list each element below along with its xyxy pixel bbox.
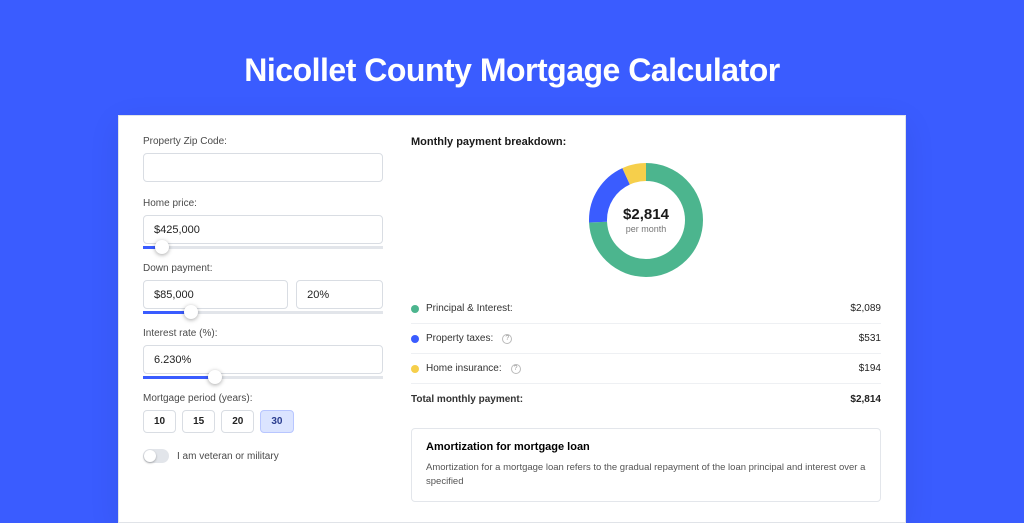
info-icon[interactable]: ? bbox=[511, 364, 521, 374]
home-price-slider-thumb[interactable] bbox=[155, 240, 169, 254]
legend-value-principal: $2,089 bbox=[850, 303, 881, 314]
zip-input[interactable] bbox=[143, 153, 383, 182]
form-panel: Property Zip Code: Home price: Down paym… bbox=[143, 136, 383, 502]
home-price-input[interactable] bbox=[143, 215, 383, 244]
legend-label-insurance: Home insurance: bbox=[426, 363, 502, 374]
donut-chart: $2,814 per month bbox=[586, 160, 706, 280]
period-options: 10 15 20 30 bbox=[143, 410, 383, 433]
interest-rate-slider-thumb[interactable] bbox=[208, 370, 222, 384]
breakdown-title: Monthly payment breakdown: bbox=[411, 136, 881, 148]
amortization-text: Amortization for a mortgage loan refers … bbox=[426, 461, 866, 489]
dot-insurance bbox=[411, 365, 419, 373]
home-price-slider[interactable] bbox=[143, 246, 383, 249]
down-payment-block: Down payment: bbox=[143, 263, 383, 314]
veteran-toggle-knob bbox=[144, 450, 156, 462]
veteran-row: I am veteran or military bbox=[143, 449, 383, 463]
period-option-20[interactable]: 20 bbox=[221, 410, 254, 433]
period-block: Mortgage period (years): 10 15 20 30 bbox=[143, 393, 383, 433]
calculator-card: Property Zip Code: Home price: Down paym… bbox=[118, 115, 906, 523]
interest-rate-block: Interest rate (%): bbox=[143, 328, 383, 379]
period-option-15[interactable]: 15 bbox=[182, 410, 215, 433]
down-payment-amount-input[interactable] bbox=[143, 280, 288, 309]
home-price-block: Home price: bbox=[143, 198, 383, 249]
period-option-10[interactable]: 10 bbox=[143, 410, 176, 433]
legend-value-total: $2,814 bbox=[850, 394, 881, 405]
interest-rate-slider-fill bbox=[143, 376, 215, 379]
legend-value-insurance: $194 bbox=[859, 363, 881, 374]
donut-amount: $2,814 bbox=[623, 206, 669, 223]
donut-sub: per month bbox=[626, 224, 667, 234]
down-payment-slider-thumb[interactable] bbox=[184, 305, 198, 319]
legend-row-insurance: Home insurance: ? $194 bbox=[411, 354, 881, 384]
period-option-30[interactable]: 30 bbox=[260, 410, 293, 433]
info-icon[interactable]: ? bbox=[502, 334, 512, 344]
amortization-box: Amortization for mortgage loan Amortizat… bbox=[411, 428, 881, 502]
dot-taxes bbox=[411, 335, 419, 343]
interest-rate-label: Interest rate (%): bbox=[143, 328, 383, 339]
down-payment-label: Down payment: bbox=[143, 263, 383, 274]
legend-label-principal: Principal & Interest: bbox=[426, 303, 513, 314]
legend-label-taxes: Property taxes: bbox=[426, 333, 493, 344]
down-payment-slider[interactable] bbox=[143, 311, 383, 314]
legend-row-principal: Principal & Interest: $2,089 bbox=[411, 294, 881, 324]
donut-center: $2,814 per month bbox=[586, 160, 706, 280]
down-payment-pct-input[interactable] bbox=[296, 280, 383, 309]
page-title: Nicollet County Mortgage Calculator bbox=[0, 0, 1024, 115]
legend-row-taxes: Property taxes: ? $531 bbox=[411, 324, 881, 354]
interest-rate-input[interactable] bbox=[143, 345, 383, 374]
legend-row-total: Total monthly payment: $2,814 bbox=[411, 384, 881, 414]
legend-value-taxes: $531 bbox=[859, 333, 881, 344]
legend-label-total: Total monthly payment: bbox=[411, 394, 523, 405]
donut-wrap: $2,814 per month bbox=[411, 160, 881, 280]
interest-rate-slider[interactable] bbox=[143, 376, 383, 379]
veteran-toggle[interactable] bbox=[143, 449, 169, 463]
breakdown-panel: Monthly payment breakdown: $2,814 per mo… bbox=[411, 136, 881, 502]
dot-principal bbox=[411, 305, 419, 313]
veteran-label: I am veteran or military bbox=[177, 451, 279, 462]
period-label: Mortgage period (years): bbox=[143, 393, 383, 404]
amortization-title: Amortization for mortgage loan bbox=[426, 441, 866, 453]
home-price-label: Home price: bbox=[143, 198, 383, 209]
zip-label: Property Zip Code: bbox=[143, 136, 383, 147]
zip-block: Property Zip Code: bbox=[143, 136, 383, 182]
